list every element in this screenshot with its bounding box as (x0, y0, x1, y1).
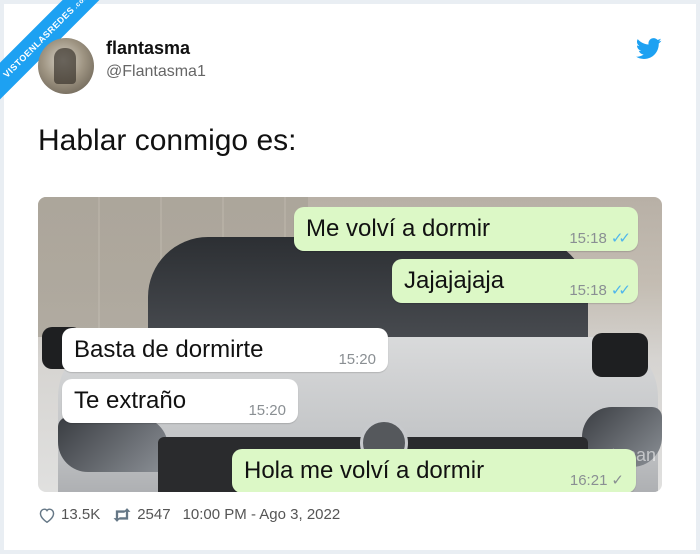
tweet-timestamp-link[interactable]: 10:00 PM - Ago 3, 2022 (183, 506, 341, 523)
time-label: 15:18 (569, 230, 607, 247)
tweet-text: Hablar conmigo es: (38, 124, 297, 157)
retweet-icon (113, 507, 131, 522)
single-check-icon: ✓ (611, 472, 624, 489)
tweet-meta: 13.5K 2547 10:00 PM - Ago 3, 2022 (38, 506, 352, 523)
chat-bubble-incoming: Te extraño 15:20 (62, 379, 298, 423)
tweet-image[interactable]: mutanan Me volví a dormir 15:18✓✓ Jajaja… (38, 197, 662, 492)
retweet-count: 2547 (137, 506, 171, 523)
heart-icon (39, 507, 55, 523)
message-text: Te extraño (74, 387, 187, 414)
chat-bubble-outgoing: Hola me volví a dormir 16:21 ✓ (232, 449, 636, 492)
user-name[interactable]: flantasma (106, 38, 190, 59)
like-button[interactable]: 13.5K (38, 506, 100, 523)
chat-bubble-outgoing: Me volví a dormir 15:18 ✓✓ (294, 207, 638, 251)
ribbon-suffix: .com (72, 0, 91, 11)
chat-bubble-incoming: Basta de dormirte 15:20 (62, 328, 388, 372)
message-time: 15:20 (338, 351, 376, 368)
message-text: Me volví a dormir (306, 215, 491, 242)
message-time: 16:21 ✓ (570, 471, 624, 491)
double-check-icon: ✓✓ (610, 282, 631, 299)
message-text: Basta de dormirte (74, 336, 264, 363)
message-time: 15:20 (248, 402, 286, 419)
car-mirror-right (592, 333, 648, 377)
message-text: Jajajajaja (404, 267, 505, 294)
time-label: 16:21 (569, 472, 608, 489)
tweet-timestamp: 10:00 PM - Ago 3, 2022 (182, 506, 341, 523)
message-text: Hola me volví a dormir (244, 457, 485, 484)
double-check-icon: ✓✓ (610, 230, 631, 247)
avatar[interactable] (38, 38, 94, 94)
twitter-bird-icon[interactable] (636, 38, 662, 60)
retweet-button[interactable]: 2547 (112, 506, 171, 523)
time-label: 15:18 (569, 282, 607, 299)
like-count: 13.5K (61, 506, 101, 523)
chat-bubble-outgoing: Jajajajaja 15:18 ✓✓ (392, 259, 638, 303)
user-handle[interactable]: @Flantasma1 (106, 63, 206, 81)
message-time: 15:18 ✓✓ (569, 229, 631, 249)
car-headlight-left (58, 417, 168, 472)
message-time: 15:18 ✓✓ (569, 281, 631, 301)
